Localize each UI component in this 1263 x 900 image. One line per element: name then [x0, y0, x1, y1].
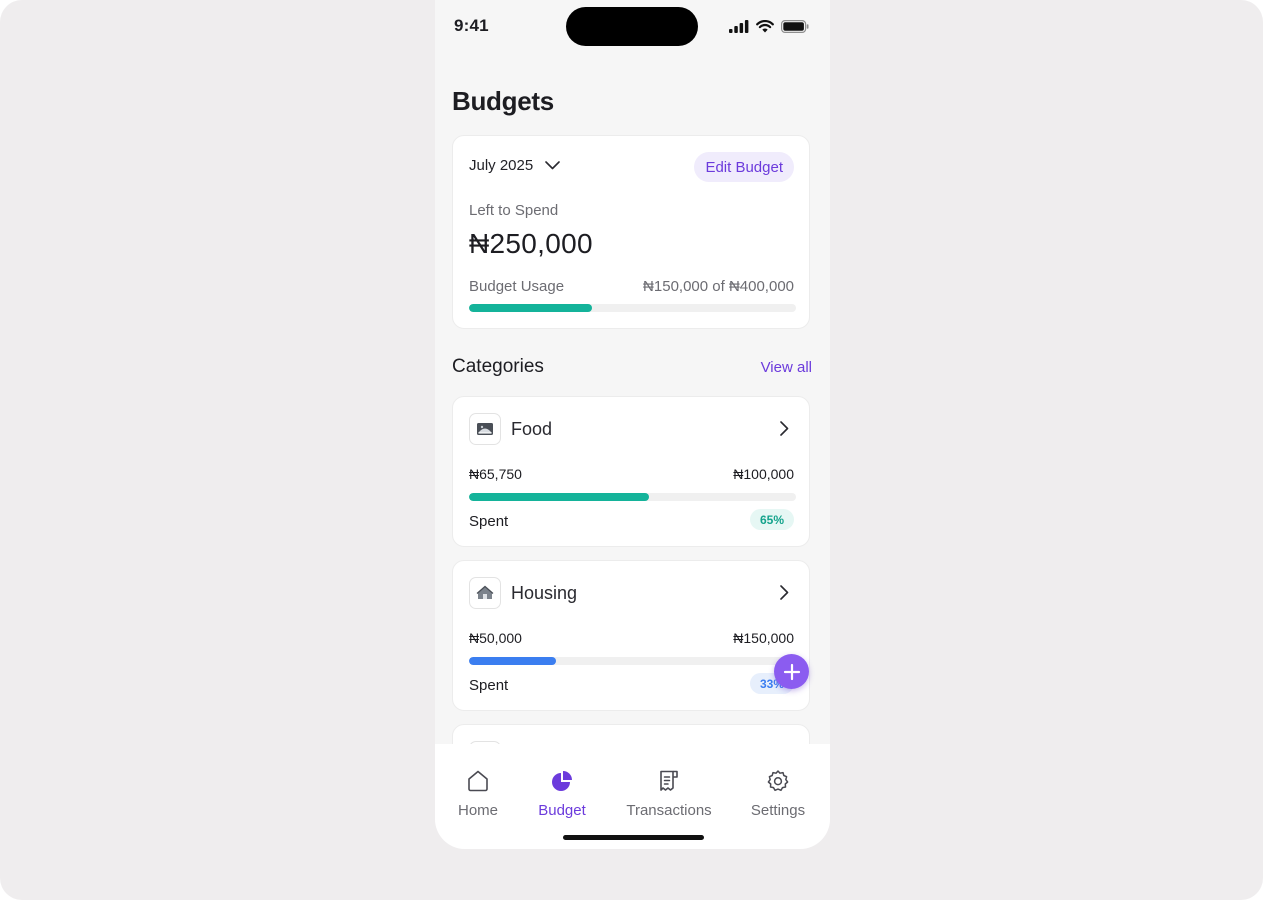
dynamic-island	[566, 7, 698, 46]
category-spent-amount: ₦65,750	[469, 466, 522, 482]
bottom-tab-bar: Home Budget Transactions Settings	[435, 744, 830, 849]
budget-usage-label: Budget Usage	[469, 278, 565, 295]
category-budget-amount: ₦100,000	[733, 466, 794, 482]
month-label: July 2025	[469, 157, 534, 174]
left-to-spend-label: Left to Spend	[469, 202, 559, 219]
category-budget-amount: ₦150,000	[733, 630, 794, 646]
chevron-right-icon	[780, 421, 789, 436]
budget-usage-value: ₦150,000 of ₦400,000	[643, 278, 794, 295]
plus-icon	[783, 663, 800, 680]
tab-settings[interactable]: Settings	[748, 768, 808, 819]
category-percent-badge: 65%	[749, 509, 794, 530]
tab-budget[interactable]: Budget	[535, 768, 589, 819]
receipt-icon	[660, 770, 678, 791]
category-spent-label: Spent	[469, 677, 509, 694]
category-name: Food	[511, 419, 553, 439]
edit-budget-button[interactable]: Edit Budget	[694, 152, 794, 182]
tab-label: Home	[457, 802, 498, 819]
add-category-button[interactable]	[774, 654, 809, 689]
chevron-right-icon	[780, 585, 789, 600]
housing-icon	[469, 577, 501, 609]
chevron-down-icon	[545, 161, 561, 170]
category-progress-fill	[469, 657, 556, 665]
category-card-housing[interactable]: Housing ₦50,000 ₦150,000 Spent 33%	[452, 560, 810, 711]
category-spent-label: Spent	[469, 513, 509, 530]
category-progress	[469, 493, 796, 501]
tab-label: Budget	[538, 802, 586, 819]
page-title: Budgets	[452, 86, 554, 116]
budget-summary-card: July 2025 Edit Budget Left to Spend ₦250…	[452, 135, 810, 329]
status-icons	[729, 17, 809, 35]
category-name: Housing	[511, 583, 578, 603]
budget-usage-progress-fill	[469, 304, 592, 312]
categories-title: Categories	[452, 356, 544, 377]
tab-transactions[interactable]: Transactions	[624, 768, 714, 819]
cellular-signal-icon	[729, 19, 749, 33]
battery-icon	[781, 19, 809, 33]
category-progress	[469, 657, 796, 665]
food-icon	[469, 413, 501, 445]
status-time: 9:41	[454, 16, 489, 35]
gear-icon	[767, 770, 789, 792]
budget-usage-progress	[469, 304, 796, 312]
app-canvas: 9:41 Budgets July 2025 Edit Budget Left …	[0, 0, 1263, 900]
home-indicator	[563, 835, 704, 840]
category-progress-fill	[469, 493, 649, 501]
category-spent-amount: ₦50,000	[469, 630, 522, 646]
tab-home[interactable]: Home	[456, 768, 500, 819]
left-to-spend-amount: ₦250,000	[469, 228, 593, 259]
month-selector[interactable]: July 2025	[469, 157, 561, 174]
tab-label: Transactions	[626, 802, 712, 819]
phone-screen: 9:41 Budgets July 2025 Edit Budget Left …	[435, 0, 830, 849]
home-icon	[468, 770, 488, 792]
view-all-link[interactable]: View all	[761, 359, 812, 376]
pie-chart-icon	[552, 771, 572, 791]
tab-label: Settings	[750, 802, 806, 819]
wifi-icon	[756, 19, 774, 32]
category-card-food[interactable]: Food ₦65,750 ₦100,000 Spent 65%	[452, 396, 810, 547]
